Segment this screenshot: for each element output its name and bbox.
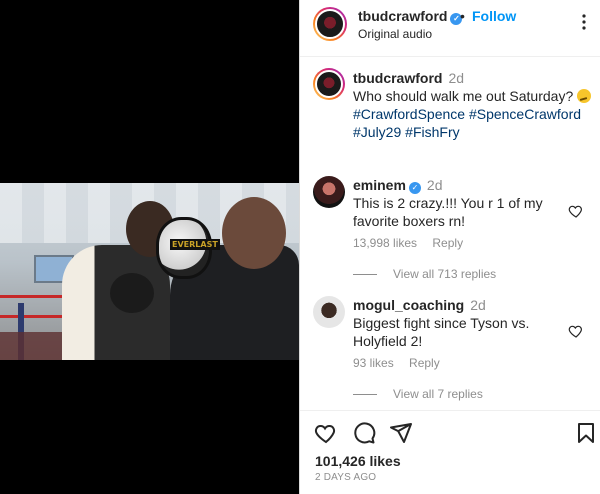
boxing-video-frame[interactable]: EVERLAST (0, 183, 299, 360)
view-replies-button[interactable]: View all 7 replies (353, 387, 483, 401)
hashtag-link[interactable]: #July29 (353, 124, 401, 140)
post-side-panel: tbudcrawford ✓ • Follow Original audio tb… (299, 0, 600, 494)
separator-dot: • (460, 8, 465, 24)
commenter-avatar[interactable] (313, 176, 345, 208)
post-actions-bar: 101,426 likes 2 DAYS AGO (300, 410, 600, 494)
caption-time: 2d (448, 70, 465, 86)
trainer-head (222, 197, 286, 269)
commenter-avatar[interactable] (313, 296, 345, 328)
reply-button[interactable]: Reply (432, 236, 463, 250)
view-replies-label: View all 7 replies (393, 387, 483, 401)
comment-text: Biggest fight since Tyson vs. Holyfield … (353, 315, 530, 349)
comment-meta: 93 likes Reply (353, 356, 452, 370)
follow-button[interactable]: Follow (472, 8, 516, 24)
hashtag-link[interactable]: #CrawfordSpence (353, 106, 465, 122)
like-comment-heart-icon[interactable] (568, 323, 584, 339)
hashtag-link[interactable]: #FishFry (405, 124, 459, 140)
ring-rope (0, 295, 70, 298)
caption-username[interactable]: tbudcrawford (353, 70, 442, 86)
mitt-brand-label: EVERLAST (170, 239, 220, 250)
bookmark-icon[interactable] (574, 421, 598, 445)
comments-section[interactable]: tbudcrawford 2d Who should walk me out Sa… (300, 58, 600, 410)
commenter-username[interactable]: mogul_coaching (353, 297, 464, 313)
share-icon[interactable] (389, 421, 413, 445)
comment-time: 2d (470, 297, 486, 313)
thinking-face-emoji-icon (577, 89, 592, 103)
boxing-glove (110, 273, 154, 313)
reply-button[interactable]: Reply (409, 356, 440, 370)
heart-icon[interactable] (314, 421, 338, 445)
author-username[interactable]: tbudcrawford (358, 8, 447, 24)
comment-text: This is 2 crazy.!!! You r 1 of my favori… (353, 195, 543, 229)
view-replies-button[interactable]: View all 713 replies (353, 267, 496, 281)
post-date: 2 DAYS AGO (315, 472, 377, 483)
replies-divider-line (353, 274, 377, 276)
caption-author-avatar[interactable] (313, 68, 345, 100)
hashtag-link[interactable]: #SpenceCrawford (469, 106, 581, 122)
comment-likes[interactable]: 13,998 likes (353, 236, 417, 250)
view-replies-label: View all 713 replies (393, 267, 497, 281)
comment-likes[interactable]: 93 likes (353, 356, 394, 370)
commenter-username[interactable]: eminem (353, 177, 406, 193)
original-audio-link[interactable]: Original audio (358, 27, 432, 41)
more-options-icon[interactable] (576, 12, 592, 32)
ring-rope (0, 315, 70, 318)
author-avatar[interactable] (313, 7, 347, 41)
post-header: tbudcrawford ✓ • Follow Original audio (300, 0, 600, 57)
replies-divider-line (353, 394, 377, 396)
post-media[interactable]: EVERLAST (0, 0, 299, 494)
comment-meta: 13,998 likes Reply (353, 236, 475, 250)
comment-time: 2d (426, 177, 443, 193)
likes-count[interactable]: 101,426 likes (315, 453, 401, 469)
like-comment-heart-icon[interactable] (568, 203, 584, 219)
verified-badge-icon: ✓ (408, 182, 421, 194)
comment-icon[interactable] (352, 421, 376, 445)
author-username-row: tbudcrawford ✓ (358, 8, 463, 25)
caption-text: Who should walk me out Saturday? (353, 88, 578, 104)
